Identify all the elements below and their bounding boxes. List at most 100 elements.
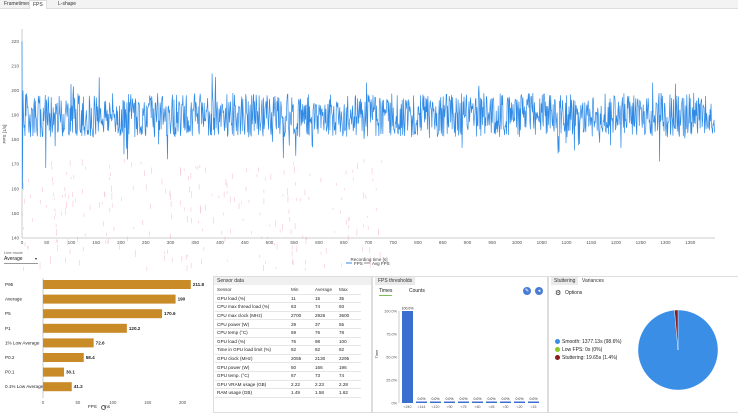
sensor-cell: GPU power (W)	[215, 362, 289, 372]
sensor-cell: 1.58	[313, 388, 337, 398]
stat-x-tick: 150	[144, 400, 152, 405]
x-tick-label: 1200	[611, 240, 622, 245]
sensor-row: CPU power (W) 29 37 55	[215, 319, 361, 329]
stat-bar	[43, 382, 72, 392]
threshold-bar-value: 0.0%	[488, 397, 496, 401]
x-tick-label: 350	[191, 240, 199, 245]
sensor-cell: 15	[313, 294, 337, 304]
options-button[interactable]: Options	[565, 290, 582, 296]
sensor-row: GPU load (%) 11 15 35	[215, 294, 361, 304]
tab-fps[interactable]: FPS	[29, 0, 47, 9]
sensor-header-cell[interactable]: Average	[313, 286, 337, 295]
thresholds-bar-chart: 0% 25.0% 50.0% 75.0% 100.0% 100.0% <240 0.0% <14…	[374, 307, 539, 409]
x-tick-label: 100	[68, 240, 76, 245]
stat-value: 30.1	[66, 370, 75, 375]
stat-bar	[43, 367, 65, 377]
threshold-y-tick: 0%	[392, 402, 398, 406]
x-tick-label: 1000	[512, 240, 523, 245]
sensor-cell: 196	[337, 362, 361, 372]
sensor-cell: 2700	[289, 311, 313, 321]
sensor-row: GPU load (%) 76 98 100	[215, 337, 361, 347]
sensor-cell: 74	[337, 371, 361, 381]
threshold-bar-value: 100.0%	[402, 307, 414, 311]
subtab-times[interactable]: Times	[379, 288, 393, 296]
subtab-counts[interactable]: Counts	[409, 288, 425, 294]
sensor-panel-title: Sensor data	[214, 277, 371, 285]
edit-icon[interactable]: ✎	[523, 287, 531, 295]
threshold-bar-label: <30	[503, 405, 509, 409]
stat-bar	[43, 280, 191, 289]
sensor-cell: 76	[289, 337, 313, 347]
stuttering-panel: Stuttering Variances ⚙ Options Smooth: 1…	[548, 276, 738, 413]
sensor-cell: CPU power (W)	[215, 319, 289, 329]
fps-ms-toggle[interactable]	[101, 405, 106, 410]
stutter-pie-chart	[637, 309, 719, 391]
x-tick-label: 450	[241, 240, 249, 245]
threshold-bar-label: <240	[404, 405, 412, 409]
stat-value: 211.8	[193, 282, 205, 287]
sensor-cell: 100	[337, 337, 361, 347]
sensor-cell: 35	[337, 294, 361, 304]
gear-icon[interactable]: ⚙	[555, 289, 561, 297]
stat-row-label: P5	[5, 311, 11, 316]
stat-bar	[43, 353, 84, 362]
fps-legend-label: FPS	[354, 261, 363, 266]
y-tick-label: 170	[11, 162, 19, 167]
stat-row-label: P0.1	[5, 370, 15, 375]
tab-fps-thresholds[interactable]: FPS thresholds	[375, 277, 416, 285]
fps-series-line	[21, 41, 715, 189]
line-mode-select[interactable]: Average ▾	[4, 256, 38, 264]
threshold-bar	[444, 401, 455, 403]
sensor-header-cell[interactable]: Min	[289, 286, 313, 295]
sensor-row: Time in GPU load limit (%) 82 82 82	[215, 345, 361, 355]
threshold-bar	[402, 311, 413, 403]
stat-row-label: 0.1% Low Average	[5, 384, 44, 389]
tab-stuttering[interactable]: Stuttering	[551, 277, 579, 285]
stats-bar-chart: P95 211.8 Average 190 P5 170.6 P1 120.2 1% Low A…	[5, 278, 205, 405]
y-tick-label: 180	[11, 137, 19, 142]
threshold-bar	[458, 401, 469, 403]
stat-x-tick: 50	[75, 400, 80, 405]
threshold-bar-value: 0.0%	[474, 397, 482, 401]
x-tick-label: 500	[266, 240, 274, 245]
sensor-cell: RAM usage (GB)	[215, 388, 289, 398]
stat-value: 190	[178, 297, 186, 302]
threshold-bar-label: <45	[489, 405, 495, 409]
sensor-header-cell[interactable]: Sensor	[215, 286, 289, 295]
sensor-cell: 50	[289, 362, 313, 372]
sensor-cell: GPU clock (MHz)	[215, 354, 289, 364]
sensor-cell: 55	[337, 319, 361, 329]
x-tick-label: 750	[389, 240, 397, 245]
sensor-row: GPU VRAM usage (GB) 2.22 2.23 2.28	[215, 380, 361, 390]
threshold-bar-value: 0.0%	[530, 397, 538, 401]
x-tick-label: 50	[44, 240, 50, 245]
tab-l-shape[interactable]: L-shape	[55, 0, 79, 8]
stutter-dot-icon	[555, 355, 560, 361]
threshold-bar-label: <120	[432, 405, 440, 409]
sensor-cell: GPU load (%)	[215, 294, 289, 304]
sensor-row: GPU clock (MHz) 2055 2130 2295	[215, 354, 361, 364]
sensor-cell: 1.49	[289, 388, 313, 398]
sensor-header-cell[interactable]: Max	[337, 286, 361, 295]
sensor-cell: 93	[337, 302, 361, 312]
y-tick-label: 220	[11, 39, 19, 44]
sensor-row: GPU temp. (°C) 67 73 74	[215, 371, 361, 381]
share-icon[interactable]: ◂	[535, 287, 543, 295]
x-tick-label: 850	[439, 240, 447, 245]
sensor-cell: 2.23	[313, 380, 337, 390]
sensor-cell: 2130	[313, 354, 337, 364]
y-axis-label: FPS [1/s]	[2, 125, 7, 144]
stat-x-tick: 100	[109, 400, 117, 405]
sensor-cell: 37	[313, 319, 337, 329]
x-tick-label: 250	[142, 240, 150, 245]
threshold-bar-label: <60	[475, 405, 481, 409]
tab-variances[interactable]: Variances	[579, 277, 607, 285]
stat-bar	[43, 338, 94, 348]
threshold-bar	[528, 401, 539, 403]
sensor-cell: 11	[289, 294, 313, 304]
x-tick-label: 1350	[685, 240, 696, 245]
x-tick-label: 1100	[562, 240, 572, 245]
threshold-bar	[500, 401, 511, 403]
legend-smooth-label: Smooth: 1377.13s (98.6%)	[562, 339, 622, 345]
sensor-cell: GPU load (%)	[215, 337, 289, 347]
